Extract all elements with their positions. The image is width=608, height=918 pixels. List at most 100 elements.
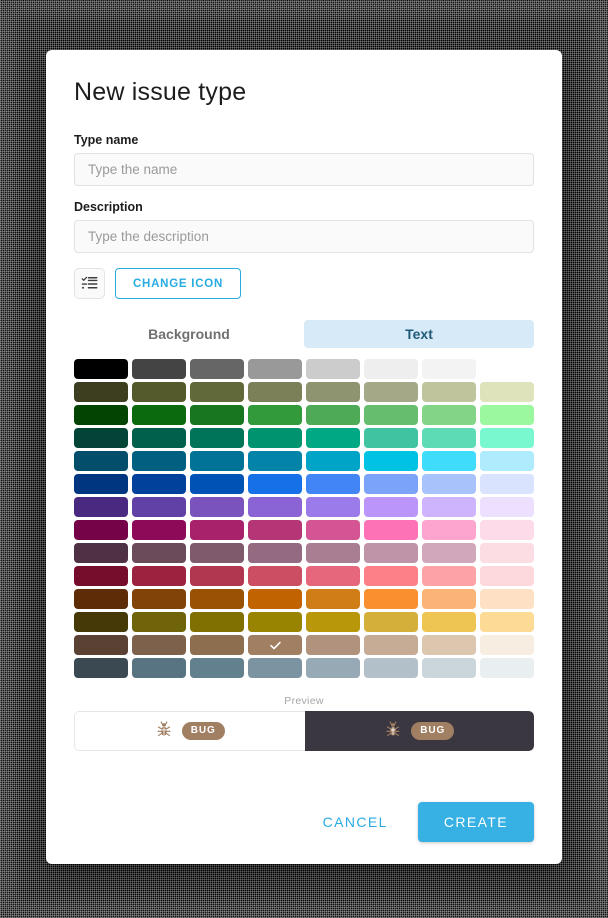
color-swatch[interactable] [74,405,128,425]
color-swatch[interactable] [480,589,534,609]
color-swatch[interactable] [190,566,244,586]
color-swatch[interactable] [74,359,128,379]
color-swatch[interactable] [248,612,302,632]
color-swatch[interactable] [132,382,186,402]
color-swatch[interactable] [190,635,244,655]
color-swatch[interactable] [248,520,302,540]
color-swatch[interactable] [364,520,418,540]
color-swatch[interactable] [190,658,244,678]
color-swatch[interactable] [306,405,360,425]
color-swatch[interactable] [480,497,534,517]
color-swatch[interactable] [190,520,244,540]
color-swatch[interactable] [132,658,186,678]
color-swatch-selected[interactable] [248,635,302,655]
color-swatch[interactable] [74,658,128,678]
color-swatch[interactable] [422,658,476,678]
color-swatch[interactable] [74,543,128,563]
color-swatch[interactable] [480,635,534,655]
color-swatch[interactable] [306,497,360,517]
color-swatch[interactable] [306,658,360,678]
color-swatch[interactable] [190,543,244,563]
color-swatch[interactable] [306,612,360,632]
cancel-button[interactable]: CANCEL [309,804,402,840]
color-swatch[interactable] [132,497,186,517]
color-swatch[interactable] [132,635,186,655]
color-swatch[interactable] [364,543,418,563]
color-swatch[interactable] [190,589,244,609]
color-swatch[interactable] [480,612,534,632]
color-swatch[interactable] [306,566,360,586]
color-swatch[interactable] [480,566,534,586]
color-swatch[interactable] [132,520,186,540]
color-swatch[interactable] [364,566,418,586]
color-swatch[interactable] [480,428,534,448]
color-swatch[interactable] [364,382,418,402]
color-swatch[interactable] [306,635,360,655]
tab-text[interactable]: Text [304,320,534,348]
color-swatch[interactable] [132,359,186,379]
color-swatch[interactable] [364,635,418,655]
color-swatch[interactable] [248,428,302,448]
color-swatch[interactable] [422,405,476,425]
color-swatch[interactable] [74,635,128,655]
color-swatch[interactable] [74,589,128,609]
color-swatch[interactable] [364,405,418,425]
color-swatch[interactable] [480,474,534,494]
color-swatch[interactable] [248,405,302,425]
color-swatch[interactable] [422,520,476,540]
color-swatch[interactable] [190,451,244,471]
description-input[interactable] [74,220,534,253]
color-swatch[interactable] [422,451,476,471]
color-swatch[interactable] [132,566,186,586]
color-swatch[interactable] [74,451,128,471]
color-swatch[interactable] [132,474,186,494]
color-swatch[interactable] [364,451,418,471]
color-swatch[interactable] [248,589,302,609]
color-swatch[interactable] [248,658,302,678]
color-swatch[interactable] [422,359,476,379]
color-swatch[interactable] [306,543,360,563]
color-swatch[interactable] [422,543,476,563]
color-swatch[interactable] [422,428,476,448]
color-swatch[interactable] [248,382,302,402]
color-swatch[interactable] [248,543,302,563]
tab-background[interactable]: Background [74,320,304,348]
color-swatch[interactable] [132,451,186,471]
color-swatch[interactable] [132,543,186,563]
color-swatch[interactable] [74,520,128,540]
color-swatch[interactable] [422,497,476,517]
type-name-input[interactable] [74,153,534,186]
color-swatch[interactable] [74,497,128,517]
color-swatch[interactable] [364,589,418,609]
color-swatch[interactable] [74,428,128,448]
color-swatch[interactable] [248,474,302,494]
color-swatch[interactable] [74,612,128,632]
color-swatch[interactable] [248,497,302,517]
color-swatch[interactable] [190,428,244,448]
color-swatch[interactable] [74,474,128,494]
change-icon-button[interactable]: CHANGE ICON [115,268,242,299]
color-swatch[interactable] [364,428,418,448]
color-swatch[interactable] [422,635,476,655]
color-swatch[interactable] [190,405,244,425]
color-swatch[interactable] [480,451,534,471]
color-swatch[interactable] [248,566,302,586]
color-swatch[interactable] [190,359,244,379]
color-swatch[interactable] [190,497,244,517]
create-button[interactable]: CREATE [417,802,534,842]
checklist-icon[interactable] [74,268,105,299]
color-swatch[interactable] [306,451,360,471]
color-swatch[interactable] [306,520,360,540]
color-swatch[interactable] [306,428,360,448]
color-swatch[interactable] [364,474,418,494]
color-swatch[interactable] [306,382,360,402]
color-swatch[interactable] [364,612,418,632]
color-swatch[interactable] [364,497,418,517]
color-swatch[interactable] [480,382,534,402]
color-swatch[interactable] [132,589,186,609]
color-swatch[interactable] [306,474,360,494]
color-swatch[interactable] [248,359,302,379]
color-swatch[interactable] [74,382,128,402]
color-swatch[interactable] [74,566,128,586]
color-swatch[interactable] [364,359,418,379]
